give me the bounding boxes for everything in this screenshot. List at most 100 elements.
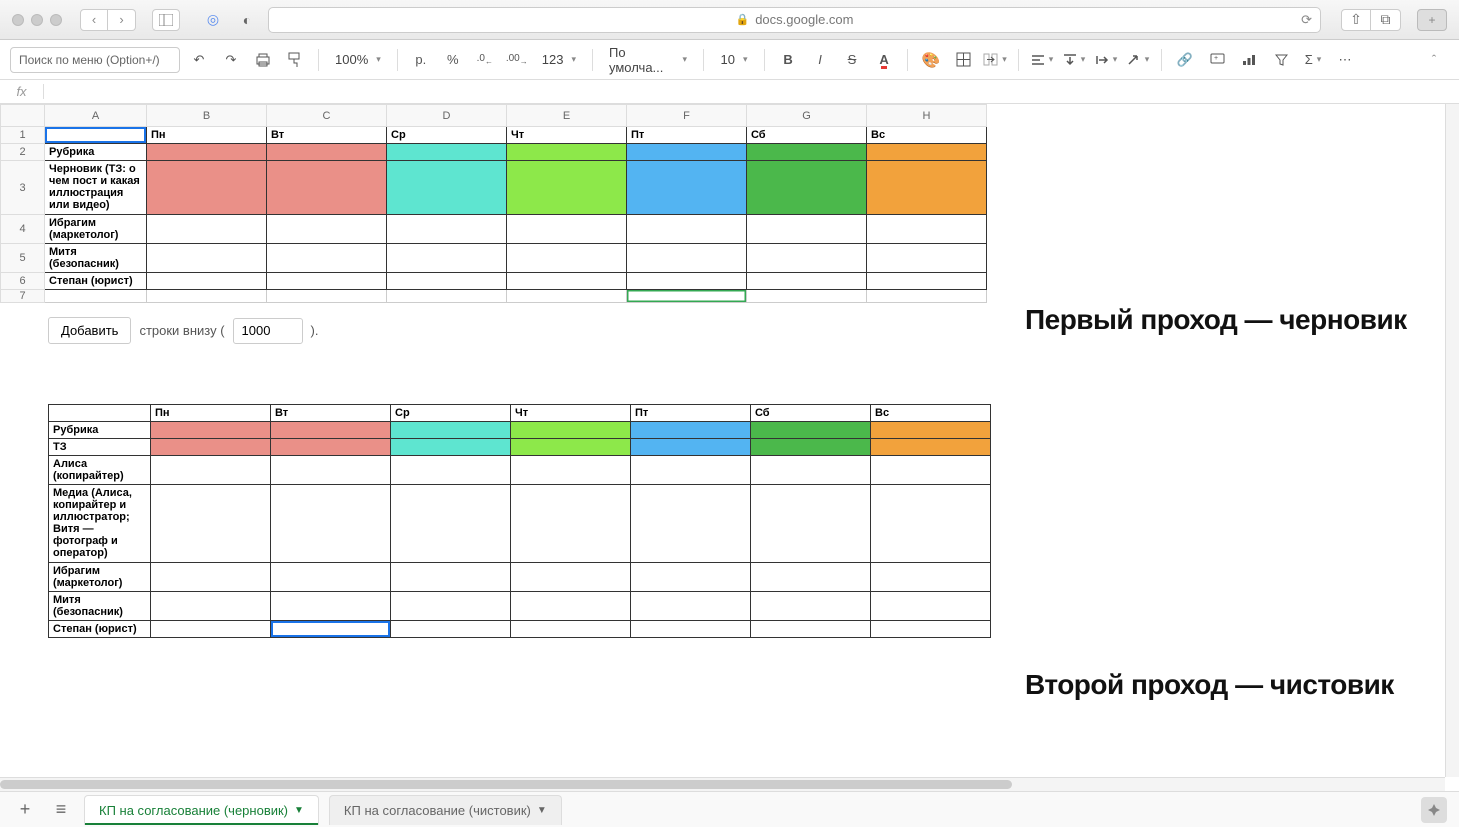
functions-button[interactable]: Σ: [1300, 47, 1326, 73]
cell[interactable]: [751, 439, 871, 456]
reader-icon[interactable]: ◐: [234, 9, 260, 31]
cell[interactable]: [147, 144, 267, 161]
col-header[interactable]: H: [867, 105, 987, 127]
cell[interactable]: [387, 215, 507, 244]
cell[interactable]: [387, 273, 507, 290]
forward-button[interactable]: ›: [108, 9, 136, 31]
cell[interactable]: [147, 161, 267, 215]
cell[interactable]: [747, 144, 867, 161]
row-header[interactable]: 1: [1, 127, 45, 144]
cell[interactable]: Рубрика: [45, 144, 147, 161]
cell[interactable]: Чт: [511, 405, 631, 422]
link-button[interactable]: 🔗: [1172, 47, 1198, 73]
cell[interactable]: Черновик (ТЗ: о чем пост и какая иллюстр…: [45, 161, 147, 215]
cell[interactable]: [751, 592, 871, 621]
cell[interactable]: [627, 273, 747, 290]
cell[interactable]: [267, 273, 387, 290]
cell[interactable]: Ср: [387, 127, 507, 144]
cell[interactable]: Вс: [871, 405, 991, 422]
cell[interactable]: [871, 485, 991, 563]
cell[interactable]: [871, 456, 991, 485]
sheet-tab-active[interactable]: КП на согласование (черновик) ▼: [84, 795, 319, 825]
tabs-button[interactable]: ⧉: [1371, 9, 1401, 31]
row-header[interactable]: 6: [1, 273, 45, 290]
add-rows-input[interactable]: [233, 318, 303, 344]
cell[interactable]: [151, 439, 271, 456]
cell[interactable]: [867, 215, 987, 244]
filter-button[interactable]: [1268, 47, 1294, 73]
add-rows-button[interactable]: Добавить: [48, 317, 131, 344]
row-header[interactable]: 4: [1, 215, 45, 244]
increase-decimal-button[interactable]: .00→: [504, 47, 530, 73]
chart-button[interactable]: [1236, 47, 1262, 73]
cell[interactable]: [747, 215, 867, 244]
cell[interactable]: [267, 144, 387, 161]
percent-button[interactable]: %: [440, 47, 466, 73]
cell[interactable]: [631, 456, 751, 485]
cell[interactable]: [147, 215, 267, 244]
address-bar[interactable]: 🔒 docs.google.com ⟳: [268, 7, 1321, 33]
cell[interactable]: [271, 456, 391, 485]
cell[interactable]: Митя (безопасник): [45, 244, 147, 273]
sheet-tab[interactable]: КП на согласование (чистовик) ▼: [329, 795, 562, 825]
add-sheet-button[interactable]: +: [12, 797, 38, 823]
cell[interactable]: [151, 621, 271, 638]
col-header[interactable]: C: [267, 105, 387, 127]
cell[interactable]: [147, 273, 267, 290]
cell[interactable]: [751, 485, 871, 563]
collapse-toolbar-button[interactable]: ˆ: [1419, 47, 1449, 73]
cell[interactable]: [151, 592, 271, 621]
cell[interactable]: [627, 244, 747, 273]
col-header[interactable]: B: [147, 105, 267, 127]
cell[interactable]: [631, 485, 751, 563]
close-window-icon[interactable]: [12, 14, 24, 26]
row-header[interactable]: 7: [1, 290, 45, 303]
font-size-select[interactable]: 10: [714, 47, 754, 73]
cell[interactable]: [627, 290, 747, 303]
cell[interactable]: [511, 439, 631, 456]
cell[interactable]: [867, 244, 987, 273]
spreadsheet-grid-2[interactable]: Пн Вт Ср Чт Пт Сб Вс Рубрика: [48, 404, 991, 638]
cell[interactable]: [751, 563, 871, 592]
redo-button[interactable]: ↷: [218, 47, 244, 73]
bold-button[interactable]: B: [775, 47, 801, 73]
merge-button[interactable]: [982, 47, 1008, 73]
cell[interactable]: [631, 563, 751, 592]
cell[interactable]: [867, 290, 987, 303]
cell[interactable]: [151, 456, 271, 485]
col-header[interactable]: G: [747, 105, 867, 127]
cell[interactable]: [391, 485, 511, 563]
cell[interactable]: Вт: [267, 127, 387, 144]
font-select[interactable]: По умолча...: [603, 47, 693, 73]
cell[interactable]: [271, 592, 391, 621]
row-header[interactable]: 3: [1, 161, 45, 215]
cell[interactable]: [871, 621, 991, 638]
cell[interactable]: [511, 592, 631, 621]
decrease-decimal-button[interactable]: .0←: [472, 47, 498, 73]
cell[interactable]: [747, 161, 867, 215]
explore-button[interactable]: [1421, 797, 1447, 823]
privacy-icon[interactable]: ◎: [200, 9, 226, 31]
share-button[interactable]: ⇧: [1341, 9, 1371, 31]
cell[interactable]: Вт: [271, 405, 391, 422]
cell-a1[interactable]: [45, 127, 147, 144]
cell[interactable]: Пн: [151, 405, 271, 422]
cell[interactable]: [271, 485, 391, 563]
print-button[interactable]: [250, 47, 276, 73]
italic-button[interactable]: I: [807, 47, 833, 73]
cell[interactable]: Алиса (копирайтер): [49, 456, 151, 485]
row-header[interactable]: 5: [1, 244, 45, 273]
cell[interactable]: [391, 592, 511, 621]
cell[interactable]: [271, 621, 391, 638]
cell[interactable]: ТЗ: [49, 439, 151, 456]
cell[interactable]: [751, 621, 871, 638]
cell[interactable]: Пт: [627, 127, 747, 144]
rotate-button[interactable]: [1125, 47, 1151, 73]
cell[interactable]: [751, 422, 871, 439]
cell[interactable]: [151, 422, 271, 439]
currency-button[interactable]: р.: [408, 47, 434, 73]
cell[interactable]: [267, 244, 387, 273]
cell[interactable]: [751, 456, 871, 485]
cell[interactable]: [631, 621, 751, 638]
row-header[interactable]: 2: [1, 144, 45, 161]
